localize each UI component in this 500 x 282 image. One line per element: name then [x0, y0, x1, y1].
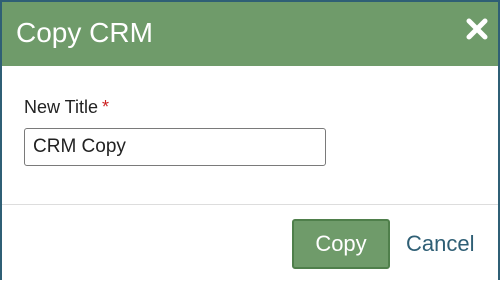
copy-crm-dialog: Copy CRM New Title* Copy Cancel [0, 0, 500, 280]
new-title-label-text: New Title [24, 97, 99, 117]
dialog-body: New Title * [2, 66, 498, 205]
dialog-title: Copy CRM [16, 17, 153, 48]
copy-button[interactable]: Copy [292, 219, 390, 269]
close-icon[interactable] [464, 16, 490, 42]
dialog-header: Copy CRM [2, 2, 498, 66]
dialog-footer: Copy Cancel [2, 205, 498, 282]
close-icon-glyph [466, 18, 488, 40]
new-title-input[interactable] [24, 128, 326, 166]
required-marker: * [102, 97, 110, 117]
cancel-link[interactable]: Cancel [406, 231, 474, 257]
new-title-label: New Title * [24, 96, 109, 118]
